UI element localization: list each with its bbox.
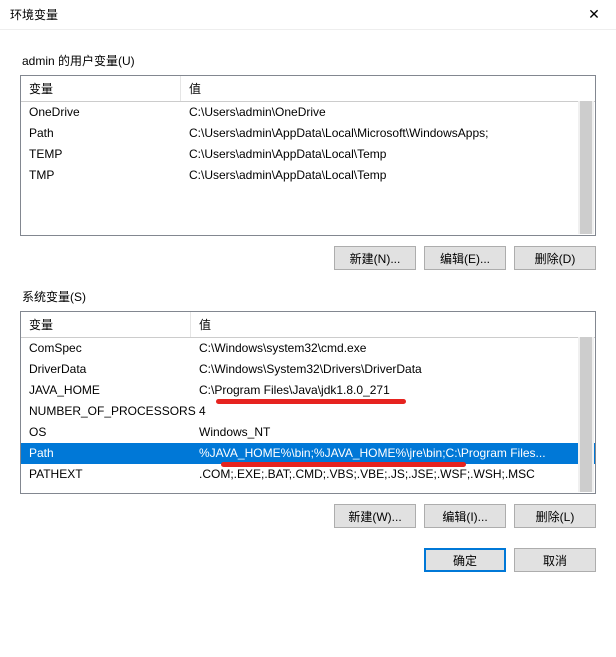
var-name: Path [29,125,189,142]
system-edit-button[interactable]: 编辑(I)... [424,504,506,528]
titlebar: 环境变量 ✕ [0,0,616,30]
var-name: ComSpec [29,340,199,357]
var-value: 4 [199,403,587,420]
user-scrollbar[interactable] [578,101,594,234]
col-header-name[interactable]: 变量 [21,76,181,101]
col-header-value[interactable]: 值 [181,76,595,101]
user-vars-listbox[interactable]: 变量 值 OneDrive C:\Users\admin\OneDrive Pa… [20,75,596,236]
var-value: C:\Users\admin\AppData\Local\Microsoft\W… [189,125,587,142]
user-vars-header: 变量 值 [21,76,595,102]
user-edit-button[interactable]: 编辑(E)... [424,246,506,270]
col-header-name[interactable]: 变量 [21,312,191,337]
col-header-value[interactable]: 值 [191,312,595,337]
var-value: %JAVA_HOME%\bin;%JAVA_HOME%\jre\bin;C:\P… [199,445,587,462]
var-name: Path [29,445,199,462]
ok-button[interactable]: 确定 [424,548,506,572]
var-name: NUMBER_OF_PROCESSORS [29,403,199,420]
table-row[interactable]: Path C:\Users\admin\AppData\Local\Micros… [21,123,595,144]
table-row[interactable]: DriverData C:\Windows\System32\Drivers\D… [21,359,595,380]
system-delete-button[interactable]: 删除(L) [514,504,596,528]
cancel-button[interactable]: 取消 [514,548,596,572]
system-vars-rows: ComSpec C:\Windows\system32\cmd.exe Driv… [21,338,595,493]
user-vars-label: admin 的用户变量(U) [22,52,596,69]
table-row-java-home[interactable]: JAVA_HOME C:\Program Files\Java\jdk1.8.0… [21,380,595,401]
var-value: Windows_NT [199,424,587,441]
user-new-button[interactable]: 新建(N)... [334,246,416,270]
user-vars-rows: OneDrive C:\Users\admin\OneDrive Path C:… [21,102,595,235]
system-new-button[interactable]: 新建(W)... [334,504,416,528]
var-name: OneDrive [29,104,189,121]
var-name: JAVA_HOME [29,382,199,399]
var-name: OS [29,424,199,441]
var-name: PATHEXT [29,466,199,483]
table-row[interactable]: PATHEXT .COM;.EXE;.BAT;.CMD;.VBS;.VBE;.J… [21,464,595,485]
table-row[interactable]: OneDrive C:\Users\admin\OneDrive [21,102,595,123]
table-row[interactable]: ComSpec C:\Windows\system32\cmd.exe [21,338,595,359]
user-delete-button[interactable]: 删除(D) [514,246,596,270]
var-value: C:\Users\admin\AppData\Local\Temp [189,146,587,163]
table-row[interactable]: OS Windows_NT [21,422,595,443]
var-name: TMP [29,167,189,184]
var-name: DriverData [29,361,199,378]
table-row[interactable]: NUMBER_OF_PROCESSORS 4 [21,401,595,422]
table-row-path[interactable]: Path %JAVA_HOME%\bin;%JAVA_HOME%\jre\bin… [21,443,595,464]
close-button[interactable]: ✕ [572,0,616,30]
system-vars-listbox[interactable]: 变量 值 ComSpec C:\Windows\system32\cmd.exe… [20,311,596,494]
table-row[interactable]: TEMP C:\Users\admin\AppData\Local\Temp [21,144,595,165]
table-row[interactable]: TMP C:\Users\admin\AppData\Local\Temp [21,165,595,186]
system-vars-header: 变量 值 [21,312,595,338]
window-title: 环境变量 [10,6,58,23]
var-value: C:\Windows\system32\cmd.exe [199,340,587,357]
var-value: C:\Windows\System32\Drivers\DriverData [199,361,587,378]
system-scrollbar[interactable] [578,337,594,492]
close-icon: ✕ [588,6,600,23]
var-value: .COM;.EXE;.BAT;.CMD;.VBS;.VBE;.JS;.JSE;.… [199,466,587,483]
system-vars-label: 系统变量(S) [22,288,596,305]
var-value: C:\Users\admin\AppData\Local\Temp [189,167,587,184]
var-name: TEMP [29,146,189,163]
var-value: C:\Users\admin\OneDrive [189,104,587,121]
var-value: C:\Program Files\Java\jdk1.8.0_271 [199,382,587,399]
